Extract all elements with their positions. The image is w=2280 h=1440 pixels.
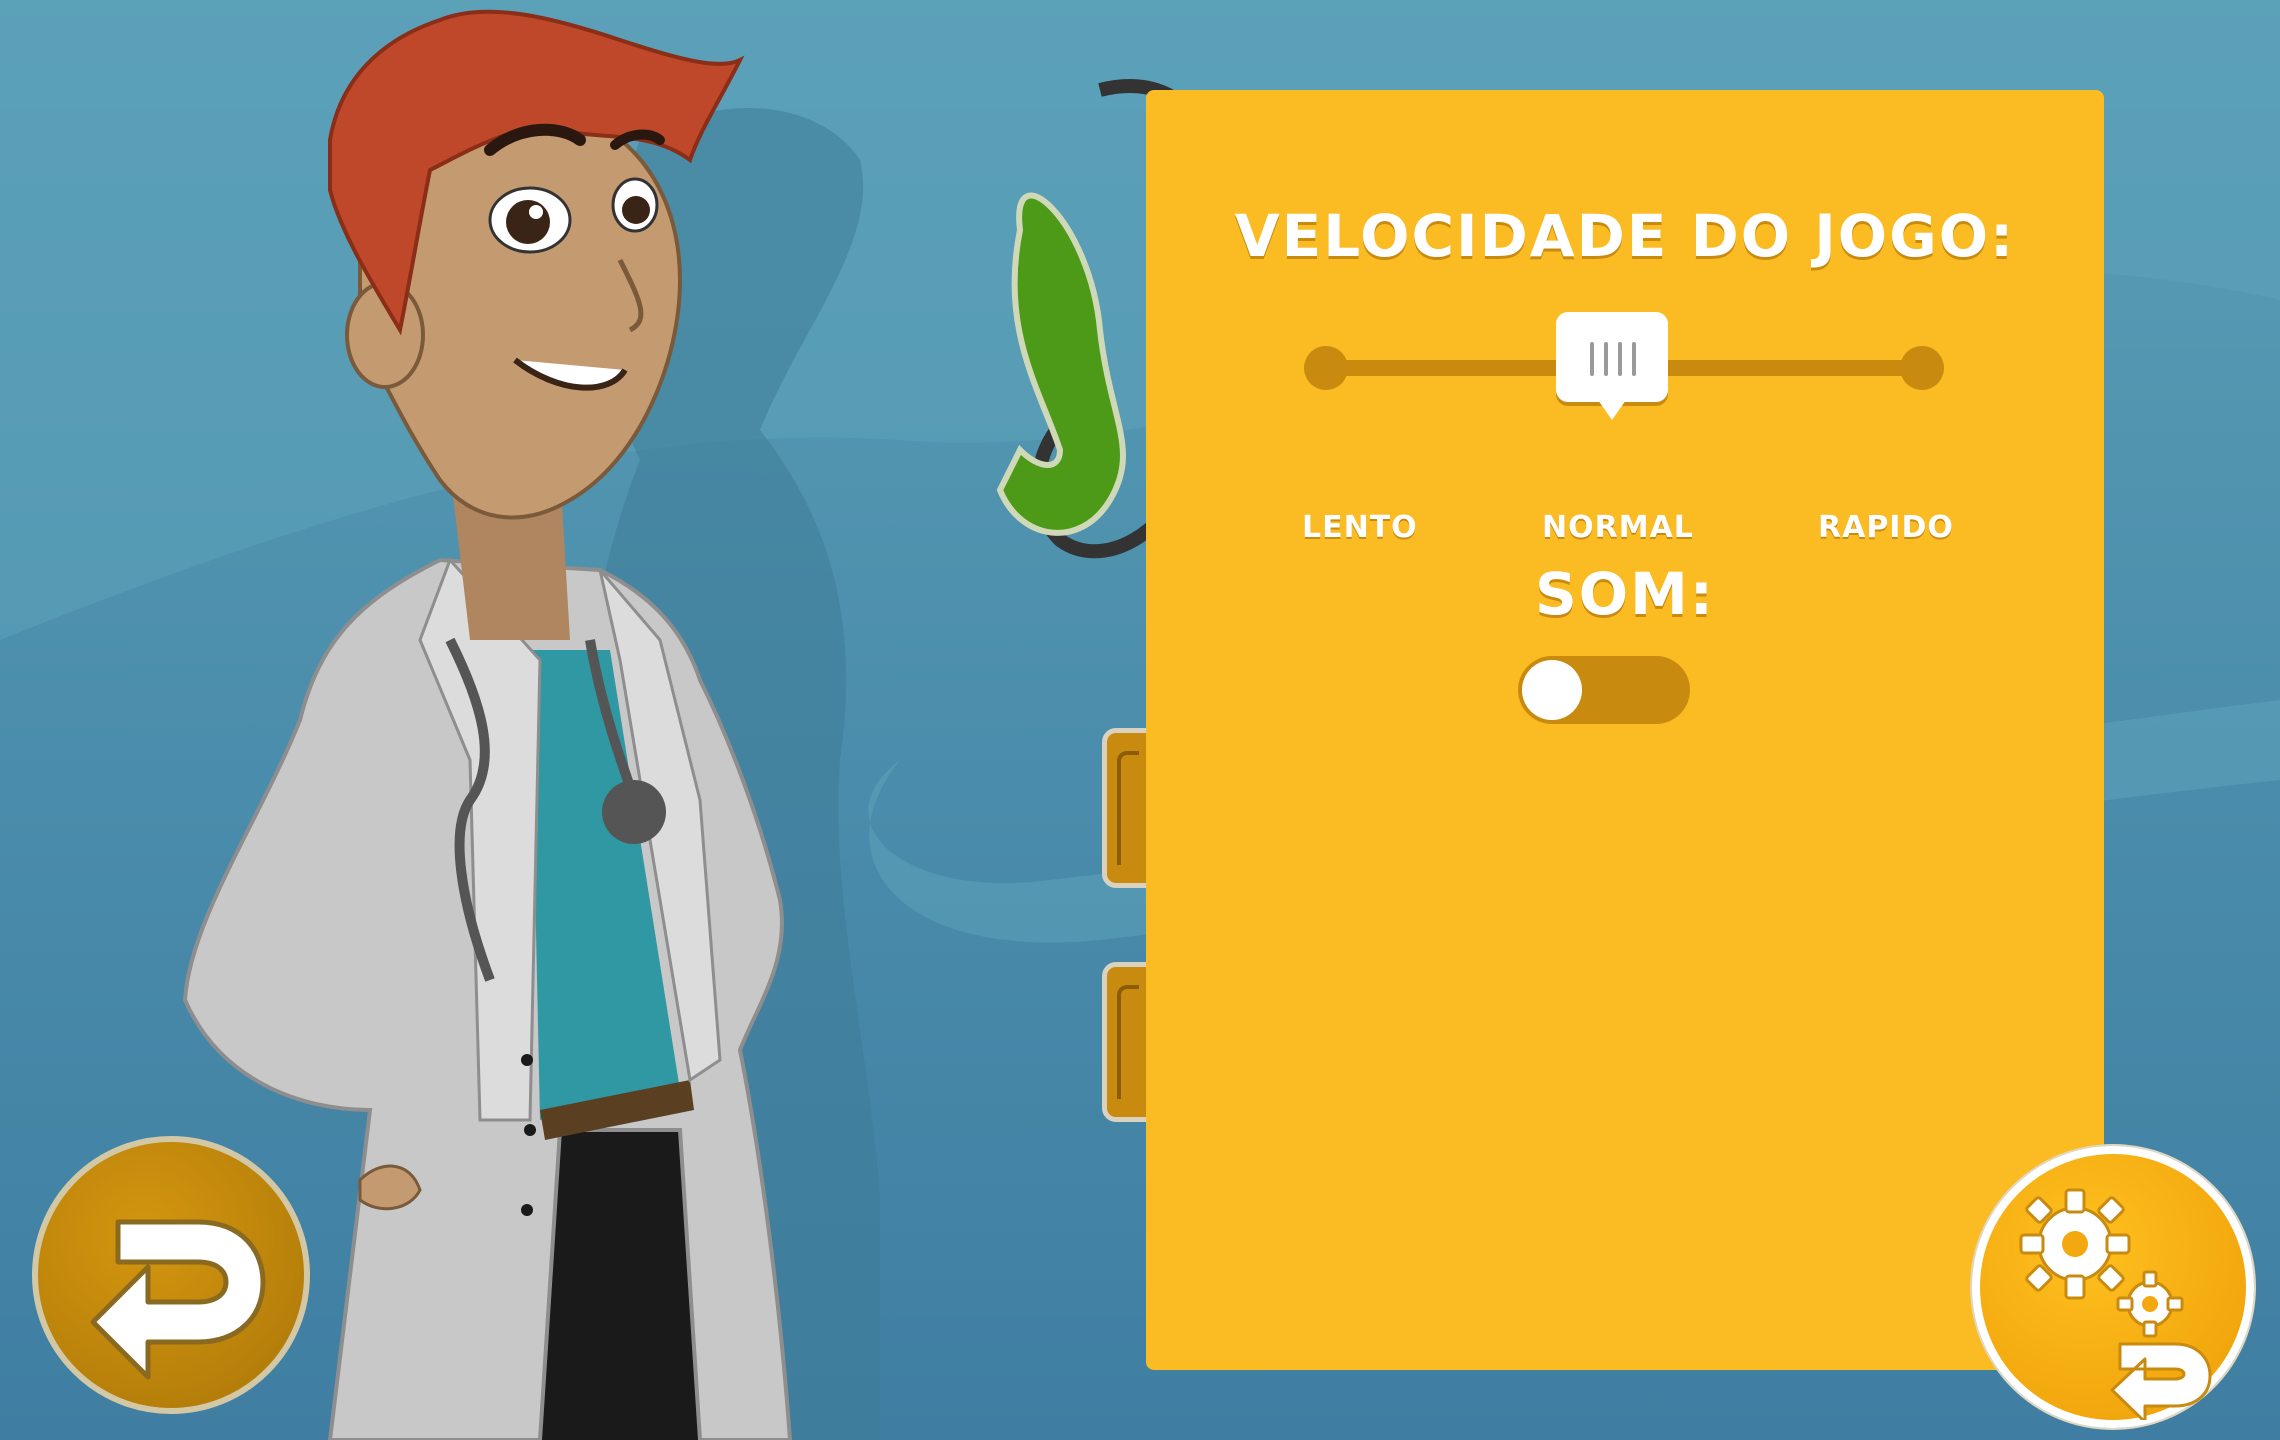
slider-max-dot	[1900, 346, 1944, 390]
speed-label-normal: NORMAL	[1542, 510, 1694, 545]
game-speed-title: VELOCIDADE DO JOGO:	[1234, 202, 2016, 270]
sound-toggle[interactable]	[1518, 656, 1690, 724]
slider-grip-icon	[1632, 342, 1636, 376]
sound-toggle-knob[interactable]	[1522, 660, 1582, 720]
slider-handle[interactable]	[1556, 312, 1668, 420]
back-button[interactable]	[32, 1136, 310, 1414]
speed-label-slow: LENTO	[1302, 510, 1418, 545]
speed-label-fast: RAPIDO	[1818, 510, 1954, 545]
slider-grip-icon	[1618, 342, 1622, 376]
slider-grip-icon	[1604, 342, 1608, 376]
return-arrow-icon	[2110, 1342, 2212, 1420]
gears-icon	[2019, 1188, 2212, 1420]
slider-min-dot	[1304, 346, 1348, 390]
settings-panel: VELOCIDADE DO JOGO: LENTO NORMAL RAPIDO …	[1146, 90, 2104, 1370]
settings-back-button[interactable]	[1972, 1146, 2254, 1428]
back-arrow-icon	[90, 1219, 266, 1380]
sound-title: SOM:	[1535, 560, 1715, 628]
game-speed-slider[interactable]	[1304, 312, 1944, 420]
slider-grip-icon	[1590, 342, 1594, 376]
